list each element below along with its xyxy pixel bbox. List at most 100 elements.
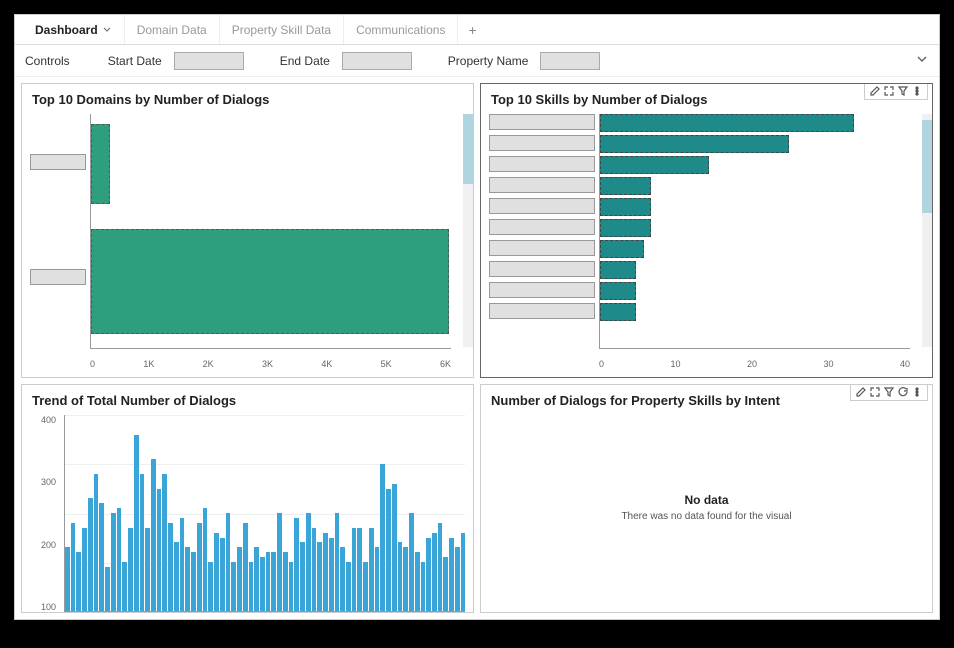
- category-label: [489, 114, 595, 130]
- category-label: [30, 154, 86, 170]
- bar: [88, 498, 93, 611]
- bar: [335, 513, 340, 611]
- bar: [421, 562, 426, 611]
- bar: [409, 513, 414, 611]
- bar: [346, 562, 351, 611]
- scrollbar-vertical[interactable]: [922, 114, 932, 347]
- axis-tick: 20: [747, 359, 757, 369]
- bar: [317, 542, 322, 611]
- axis-tick: 0: [599, 359, 604, 369]
- scrollbar-vertical[interactable]: [463, 114, 473, 347]
- bar: [145, 528, 150, 611]
- bar: [271, 552, 276, 611]
- bar: [600, 156, 709, 174]
- bar: [461, 533, 465, 611]
- start-date-input[interactable]: [174, 52, 244, 70]
- bar: [214, 533, 219, 611]
- no-data-message: No data There was no data found for the …: [621, 493, 791, 522]
- bar: [600, 303, 636, 321]
- controls-label: Controls: [25, 54, 70, 68]
- more-icon[interactable]: [911, 386, 923, 398]
- bar: [191, 552, 196, 611]
- axis-tick: 2K: [203, 359, 214, 369]
- axis-tick: 1K: [143, 359, 154, 369]
- bar: [300, 542, 305, 611]
- end-date-input[interactable]: [342, 52, 412, 70]
- category-label: [489, 282, 595, 298]
- axis-tick: 4K: [321, 359, 332, 369]
- category-label: [489, 240, 595, 256]
- bar: [600, 135, 789, 153]
- panel-skills[interactable]: Top 10 Skills by Number of Dialogs 01020…: [480, 83, 933, 378]
- bar: [174, 542, 179, 611]
- more-icon[interactable]: [911, 85, 923, 97]
- tab-bar: Dashboard Domain Data Property Skill Dat…: [15, 15, 939, 45]
- panel-trend[interactable]: Trend of Total Number of Dialogs 4003002…: [21, 384, 474, 613]
- bar: [283, 552, 288, 611]
- bar: [65, 547, 70, 611]
- category-label: [489, 177, 595, 193]
- axis-tick: 100: [30, 602, 56, 612]
- tab-domain-data[interactable]: Domain Data: [125, 15, 220, 44]
- chart-domains: 01K2K3K4K5K6K: [30, 114, 465, 369]
- bar: [369, 528, 374, 611]
- axis-tick: 300: [30, 477, 56, 487]
- axis-tick: 40: [900, 359, 910, 369]
- tab-communications[interactable]: Communications: [344, 15, 458, 44]
- bar: [306, 513, 311, 611]
- bar: [203, 508, 208, 611]
- tab-label: Communications: [356, 23, 445, 37]
- bar: [260, 557, 265, 611]
- bar: [415, 552, 420, 611]
- filter-icon[interactable]: [883, 386, 895, 398]
- bar: [157, 489, 162, 612]
- bar: [151, 459, 156, 611]
- edit-icon[interactable]: [855, 386, 867, 398]
- bar: [600, 261, 636, 279]
- bar: [91, 229, 449, 334]
- bar: [134, 435, 139, 611]
- panel-domains[interactable]: Top 10 Domains by Number of Dialogs 01K2…: [21, 83, 474, 378]
- controls-expand-toggle[interactable]: [915, 52, 929, 69]
- filter-icon[interactable]: [897, 85, 909, 97]
- bar: [600, 177, 651, 195]
- app-frame: Dashboard Domain Data Property Skill Dat…: [14, 14, 940, 620]
- bar: [363, 562, 368, 611]
- chevron-down-icon: [102, 25, 112, 35]
- chart-trend: 400300200100: [30, 415, 465, 612]
- bar: [168, 523, 173, 611]
- bar: [237, 547, 242, 611]
- visual-toolbar: [850, 384, 928, 401]
- panel-title: Top 10 Domains by Number of Dialogs: [22, 84, 473, 115]
- add-tab-button[interactable]: +: [458, 22, 486, 38]
- bar: [600, 240, 644, 258]
- expand-icon[interactable]: [883, 85, 895, 97]
- bar: [386, 489, 391, 612]
- bar: [140, 474, 145, 611]
- axis-tick: 400: [30, 415, 56, 425]
- bar: [76, 552, 81, 611]
- category-label: [489, 219, 595, 235]
- property-name-input[interactable]: [540, 52, 600, 70]
- bar: [254, 547, 259, 611]
- tab-property-skill-data[interactable]: Property Skill Data: [220, 15, 344, 44]
- edit-icon[interactable]: [869, 85, 881, 97]
- bar: [243, 523, 248, 611]
- bar: [266, 552, 271, 611]
- expand-icon[interactable]: [869, 386, 881, 398]
- tab-label: Dashboard: [35, 23, 98, 37]
- bar: [185, 547, 190, 611]
- category-label: [30, 269, 86, 285]
- bar: [111, 513, 116, 611]
- property-name-label: Property Name: [448, 54, 529, 68]
- end-date-label: End Date: [280, 54, 330, 68]
- tab-dashboard[interactable]: Dashboard: [23, 15, 125, 44]
- bar: [294, 518, 299, 611]
- bar: [600, 219, 651, 237]
- bar: [392, 484, 397, 611]
- panel-intent[interactable]: Number of Dialogs for Property Skills by…: [480, 384, 933, 613]
- refresh-icon[interactable]: [897, 386, 909, 398]
- bar: [117, 508, 122, 611]
- chart-skills: 010203040: [489, 114, 924, 369]
- category-label: [489, 303, 595, 319]
